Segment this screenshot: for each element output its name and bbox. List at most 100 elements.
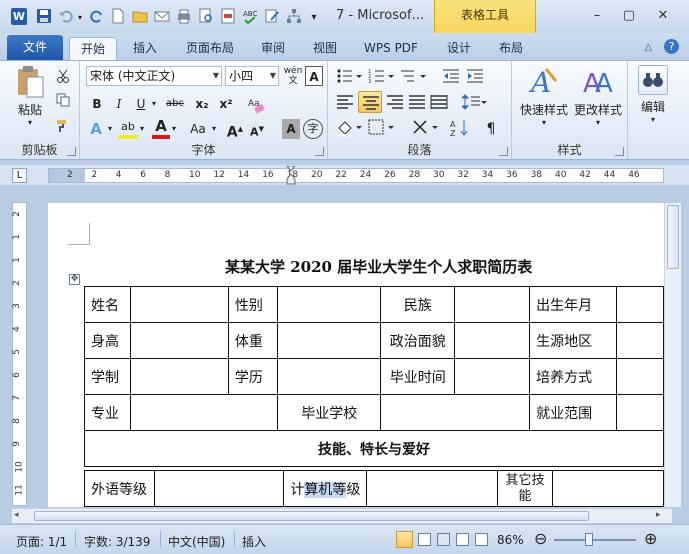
phonetic-guide-button[interactable]: wén 文 — [283, 66, 303, 86]
clipboard-launcher-icon[interactable] — [67, 147, 76, 156]
draft-view-icon[interactable] — [475, 533, 488, 546]
decrease-indent-icon[interactable] — [442, 68, 460, 84]
font-size-select[interactable]: 小四 ▼ — [225, 66, 279, 86]
open-folder-icon[interactable] — [132, 8, 148, 24]
clear-formatting-icon[interactable]: Aa — [246, 95, 266, 115]
vertical-scroll-thumb[interactable] — [667, 205, 679, 269]
superscript-button[interactable]: x² — [216, 94, 236, 114]
table-cell[interactable] — [552, 470, 664, 507]
justify-icon[interactable] — [408, 94, 426, 110]
paste-dropdown-icon[interactable]: ▾ — [12, 118, 48, 127]
tab-file[interactable]: 文件 — [7, 35, 63, 60]
tab-page-layout[interactable]: 页面布局 — [178, 37, 242, 60]
horizontal-ruler[interactable]: 2246810121416182022242628303234363840424… — [48, 166, 664, 185]
word-count[interactable]: 字数: 3/139 — [84, 533, 150, 550]
table-cell[interactable] — [277, 286, 382, 323]
underline-button[interactable]: U — [132, 94, 150, 114]
quick-print-icon[interactable] — [176, 8, 192, 24]
sort-icon[interactable]: AZ — [450, 119, 470, 137]
maximize-icon[interactable]: ▢ — [616, 6, 642, 26]
insert-mode-indicator[interactable]: 插入 — [242, 533, 266, 550]
tab-wps-pdf[interactable]: WPS PDF — [356, 37, 426, 60]
quick-styles-dropdown-icon[interactable]: ▾ — [516, 118, 572, 127]
table-cell[interactable]: 民族 — [380, 286, 456, 323]
format-painter-icon[interactable] — [56, 118, 71, 133]
language-indicator[interactable]: 中文(中国) — [168, 533, 225, 550]
table-cell[interactable] — [615, 286, 664, 323]
vertical-scrollbar[interactable] — [664, 203, 681, 507]
zoom-in-icon[interactable]: ⊕ — [644, 529, 657, 548]
italic-button[interactable]: I — [110, 94, 128, 114]
web-layout-view-icon[interactable] — [437, 533, 450, 546]
minimize-icon[interactable]: – — [584, 6, 610, 26]
font-color-dropdown-icon[interactable]: ▾ — [170, 119, 178, 139]
page-count[interactable]: 页面: 1/1 — [16, 533, 67, 550]
tab-review[interactable]: 审阅 — [252, 37, 294, 60]
tab-insert[interactable]: 插入 — [122, 37, 168, 60]
bullets-icon[interactable] — [336, 68, 364, 84]
editing-button[interactable]: 编辑 ▾ — [633, 65, 673, 124]
tab-layout[interactable]: 布局 — [490, 37, 532, 60]
bold-button[interactable]: B — [88, 94, 106, 114]
table-cell[interactable] — [615, 358, 664, 395]
table-cell[interactable]: 学历 — [227, 358, 279, 395]
table-cell[interactable] — [277, 322, 382, 359]
line-spacing-icon[interactable] — [462, 94, 488, 110]
customize-toolbar-icon[interactable]: ▾ — [309, 8, 319, 28]
shrink-font-button[interactable]: A▼ — [248, 119, 266, 139]
table-cell[interactable]: 专业 — [84, 394, 131, 431]
ribbon-collapse-icon[interactable]: △ — [644, 42, 652, 53]
email-icon[interactable] — [154, 8, 170, 24]
underline-dropdown-icon[interactable]: ▾ — [150, 94, 158, 114]
table-cell[interactable] — [153, 470, 285, 507]
highlight-button[interactable]: ab — [118, 119, 138, 139]
table-cell[interactable]: 姓名 — [84, 286, 131, 323]
align-left-icon[interactable] — [336, 94, 354, 110]
text-effects-button[interactable]: A — [86, 119, 106, 139]
table-cell[interactable]: 其它技能 — [496, 470, 554, 507]
table-cell[interactable]: 体重 — [227, 322, 279, 359]
vertical-ruler[interactable]: 21123456789101112 — [12, 202, 27, 519]
scroll-left-icon[interactable]: ◂ — [14, 510, 19, 520]
change-styles-button[interactable]: AA 更改样式 ▾ — [570, 65, 626, 127]
font-color-button[interactable]: A — [152, 119, 170, 139]
scroll-right-icon[interactable]: ▸ — [656, 510, 661, 520]
text-effects-dropdown-icon[interactable]: ▾ — [106, 119, 114, 139]
table-cell[interactable] — [380, 394, 531, 431]
tab-stop-selector[interactable]: L — [12, 168, 27, 183]
table-cell[interactable] — [129, 286, 229, 323]
print-layout-view-icon[interactable] — [396, 531, 413, 548]
paragraph-launcher-icon[interactable] — [499, 147, 508, 156]
char-border-button[interactable]: A — [305, 66, 323, 86]
numbering-icon[interactable]: 123 — [368, 68, 396, 84]
font-launcher-icon[interactable] — [315, 147, 324, 156]
document-page[interactable]: 某某大学 2020 届毕业大学生个人求职简历表 ✥ 姓名 性别 民族 出生年月 … — [48, 203, 664, 507]
horizontal-scrollbar[interactable]: ◂ ▸ — [12, 508, 672, 523]
quick-styles-button[interactable]: A 快速样式 ▾ — [516, 65, 572, 127]
new-document-icon[interactable] — [110, 8, 126, 24]
styles-launcher-icon[interactable] — [615, 147, 624, 156]
table-cell[interactable]: 培养方式 — [529, 358, 617, 395]
tab-view[interactable]: 视图 — [304, 37, 346, 60]
undo-dropdown-icon[interactable]: ▾ — [76, 8, 84, 28]
tab-home[interactable]: 开始 — [69, 37, 117, 60]
redo-icon[interactable] — [89, 8, 105, 24]
table-cell[interactable] — [129, 358, 229, 395]
distributed-icon[interactable] — [430, 94, 448, 110]
structure-icon[interactable] — [286, 8, 302, 24]
word-logo-icon[interactable]: W — [11, 8, 27, 25]
table-move-handle-icon[interactable]: ✥ — [69, 274, 80, 285]
reading-view-icon[interactable] — [418, 533, 431, 546]
subscript-button[interactable]: x₂ — [192, 94, 212, 114]
zoom-level[interactable]: 86% — [497, 533, 524, 547]
show-marks-button[interactable]: ¶ — [482, 119, 500, 139]
close-icon[interactable]: ✕ — [650, 6, 676, 26]
align-right-icon[interactable] — [386, 94, 404, 110]
shading-icon[interactable] — [336, 119, 364, 137]
table-cell[interactable] — [277, 358, 382, 395]
table-cell[interactable]: 毕业时间 — [380, 358, 456, 395]
zoom-slider-thumb[interactable] — [585, 533, 593, 546]
increase-indent-icon[interactable] — [466, 68, 484, 84]
align-center-button[interactable] — [358, 91, 382, 113]
table-cell[interactable]: 毕业学校 — [277, 394, 382, 431]
